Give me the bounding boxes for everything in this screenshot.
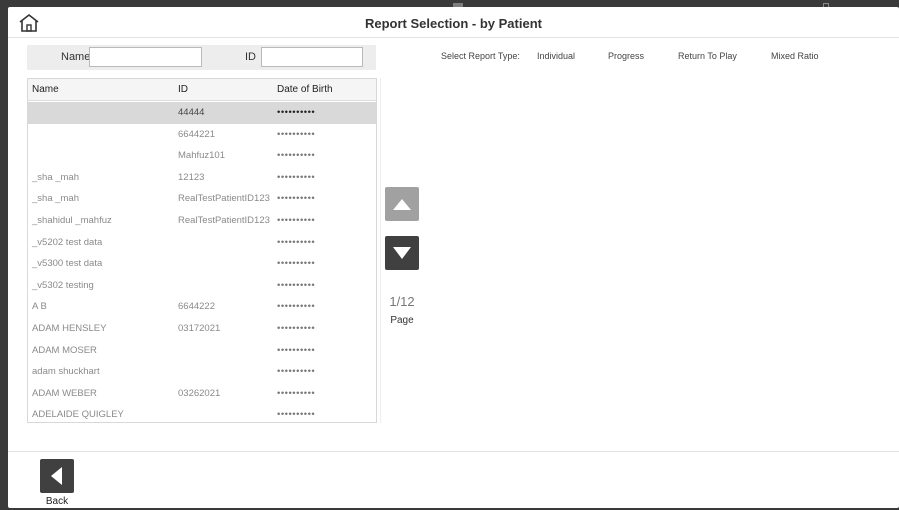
table-row[interactable]: ADELAIDE QUIGLEY ••••••••••	[28, 404, 376, 422]
table-row[interactable]: ADAM WEBER 03262021 ••••••••••	[28, 383, 376, 405]
row-name: adam shuckhart	[32, 366, 100, 378]
row-id: 12123	[178, 171, 205, 183]
row-name: _v5202 test data	[32, 236, 103, 248]
row-id: 03172021	[178, 323, 221, 334]
row-dob: ••••••••••	[277, 344, 316, 356]
row-dob: ••••••••••	[277, 258, 316, 270]
row-id: 6644221	[178, 128, 215, 140]
table-row[interactable]: _v5302 testing ••••••••••	[28, 275, 376, 297]
row-name: ADAM HENSLEY	[32, 323, 107, 334]
row-dob: ••••••••••	[277, 279, 316, 291]
table-row[interactable]: _v5202 test data ••••••••••	[28, 232, 376, 254]
footer-divider	[8, 451, 899, 452]
row-id: RealTestPatientID123	[178, 215, 270, 226]
header: Report Selection - by Patient	[8, 7, 899, 38]
row-id: 03262021	[178, 387, 221, 399]
row-name: ADELAIDE QUIGLEY	[32, 409, 124, 421]
app-window: Report Selection - by Patient Name ID Se…	[8, 7, 899, 508]
row-id: RealTestPatientID123	[178, 193, 270, 205]
table-row[interactable]: _sha _mah RealTestPatientID123 ••••••••••	[28, 188, 376, 210]
table-row[interactable]: A B 6644222 ••••••••••	[28, 296, 376, 318]
report-type-individual[interactable]: Individual	[537, 51, 575, 61]
row-name: ADAM WEBER	[32, 387, 97, 399]
table-row[interactable]: _shahidul _mahfuz RealTestPatientID123 •••…	[28, 210, 376, 232]
row-dob: ••••••••••	[277, 128, 316, 140]
table-row[interactable]: 6644221 ••••••••••	[28, 124, 376, 146]
triangle-up-icon	[393, 199, 411, 210]
table-row[interactable]: adam shuckhart ••••••••••	[28, 361, 376, 383]
table-row[interactable]: ADAM MOSER ••••••••••	[28, 340, 376, 362]
row-dob: ••••••••••	[277, 409, 316, 421]
row-dob: ••••••••••	[277, 366, 316, 378]
row-dob: ••••••••••	[277, 301, 316, 313]
table-header: Name ID Date of Birth	[28, 79, 376, 101]
row-name: _v5302 testing	[32, 279, 94, 291]
report-type-mixed-ratio[interactable]: Mixed Ratio	[771, 51, 819, 61]
column-header-name[interactable]: Name	[32, 84, 59, 95]
page-down-button[interactable]	[385, 236, 419, 270]
table-row[interactable]: 44444 ••••••••••	[28, 102, 376, 124]
row-name: _v5300 test data	[32, 258, 103, 270]
row-id: 6644222	[178, 301, 215, 313]
row-dob: ••••••••••	[277, 387, 316, 399]
column-header-dob[interactable]: Date of Birth	[277, 84, 333, 95]
page-number: 1/12	[389, 294, 415, 309]
row-name: _sha _mah	[32, 193, 80, 205]
report-type-return-to-play[interactable]: Return To Play	[678, 51, 737, 61]
table-row[interactable]: ADAM HENSLEY 03172021 ••••••••••	[28, 318, 376, 340]
row-name: A B	[32, 301, 47, 313]
triangle-left-icon	[51, 467, 62, 485]
row-name: _shahidul _mahfuz	[32, 215, 112, 226]
back-button[interactable]	[40, 459, 74, 493]
page-title: Report Selection - by Patient	[365, 16, 542, 31]
row-dob: ••••••••••	[277, 215, 316, 226]
row-name: ADAM MOSER	[32, 344, 97, 356]
report-type-selector: Select Report Type: Individual Progress …	[8, 51, 899, 65]
row-id: 44444	[178, 107, 205, 118]
table-row[interactable]: Mahfuz101 ••••••••••	[28, 145, 376, 167]
triangle-down-icon	[393, 247, 411, 259]
report-type-label: Select Report Type:	[441, 51, 520, 61]
page-label: Page	[390, 315, 414, 326]
report-type-progress[interactable]: Progress	[608, 51, 644, 61]
table-row[interactable]: _v5300 test data ••••••••••	[28, 253, 376, 275]
row-name: _sha _mah	[32, 171, 80, 183]
table-row[interactable]: _sha _mah 12123 ••••••••••	[28, 167, 376, 189]
row-dob: ••••••••••	[277, 193, 316, 205]
row-dob: ••••••••••	[277, 236, 316, 248]
row-dob: ••••••••••	[277, 171, 316, 183]
page-up-button[interactable]	[385, 187, 419, 221]
row-id: Mahfuz101	[178, 150, 226, 162]
patient-table: Name ID Date of Birth 44444 •••••••••• 664…	[27, 78, 377, 423]
column-header-id[interactable]: ID	[178, 84, 188, 95]
back-label: Back	[45, 496, 69, 507]
row-dob: ••••••••••	[277, 107, 316, 118]
row-dob: ••••••••••	[277, 323, 316, 334]
divider	[380, 78, 381, 423]
row-dob: ••••••••••	[277, 150, 316, 162]
